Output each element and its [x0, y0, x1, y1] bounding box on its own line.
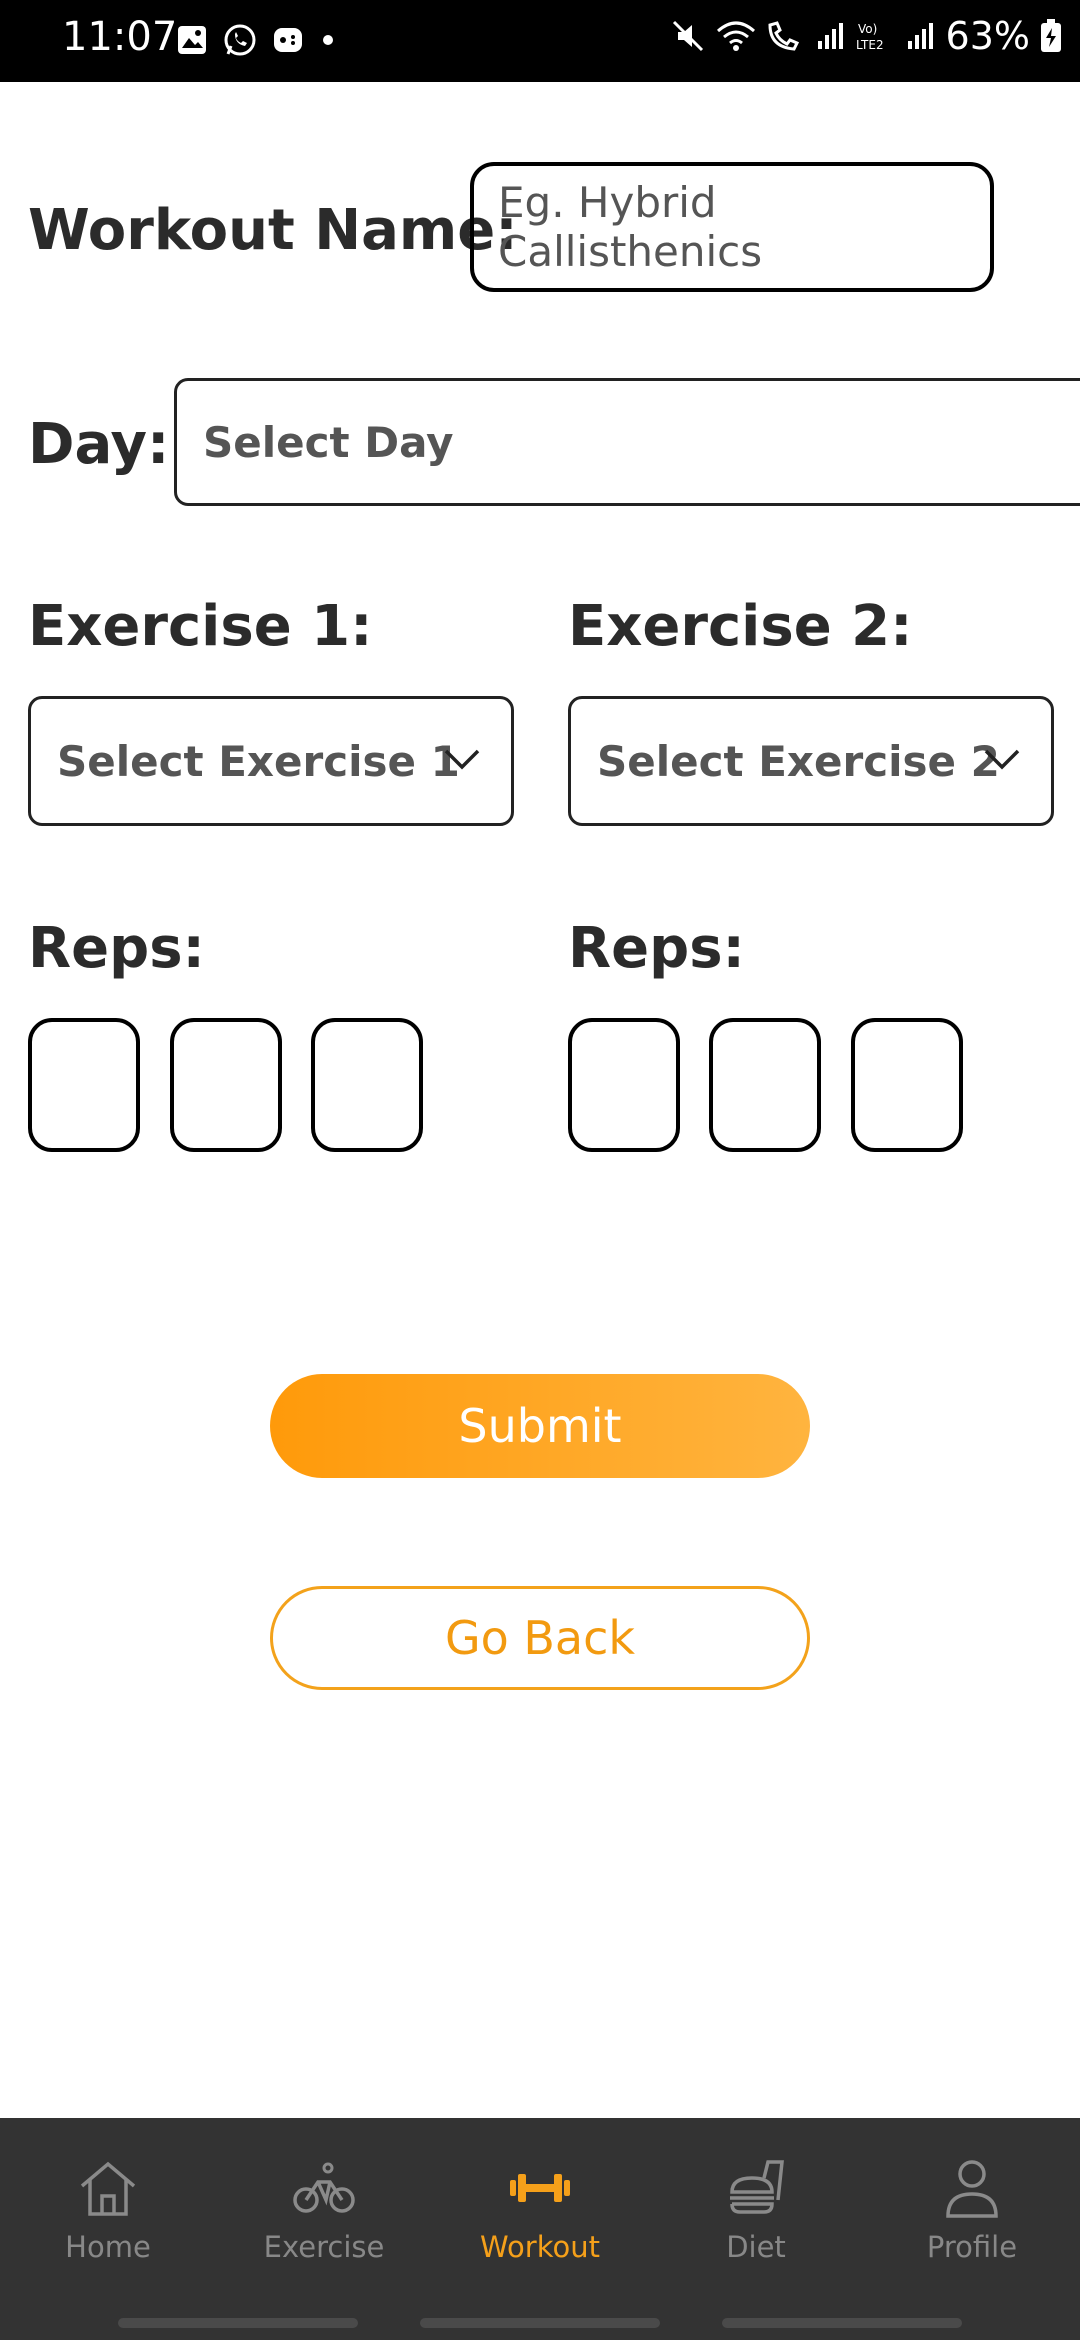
exercise-1-label: Exercise 1:: [28, 594, 373, 659]
nav-label-diet: Diet: [726, 2230, 786, 2264]
home-icon: [80, 2161, 136, 2216]
person-icon: [946, 2160, 998, 2218]
svg-text:Vo): Vo): [858, 22, 877, 36]
svg-text:LTE2: LTE2: [856, 38, 884, 52]
battery-percent: 63%: [945, 14, 1030, 58]
nav-item-diet[interactable]: Diet: [648, 2156, 864, 2264]
mute-icon: [672, 20, 703, 52]
nav-label-exercise: Exercise: [263, 2230, 385, 2264]
gallery-icon: [178, 26, 206, 54]
reps-1-set-3-input[interactable]: [311, 1018, 423, 1152]
day-select[interactable]: Select Day: [174, 378, 1080, 506]
workout-name-input[interactable]: Eg. Hybrid Callisthenics: [470, 162, 994, 292]
nav-item-exercise[interactable]: Exercise: [216, 2156, 432, 2264]
nav-item-home[interactable]: Home: [0, 2156, 216, 2264]
reps-2-label: Reps:: [568, 916, 745, 981]
bottom-navigation: Home Exercise Workout Diet Profile: [0, 2118, 1080, 2340]
reps-2-set-2-input[interactable]: [709, 1018, 821, 1152]
exercise-1-select[interactable]: Select Exercise 1: [28, 696, 514, 826]
volte-icon: Vo) LTE2: [856, 22, 884, 52]
signal-icon: [817, 23, 843, 49]
status-bar: 11:07 Vo) LTE2 63%: [0, 0, 1080, 82]
reps-1-label: Reps:: [28, 916, 205, 981]
nav-label-workout: Workout: [480, 2230, 600, 2264]
nav-label-profile: Profile: [926, 2230, 1018, 2264]
reps-1-set-1-input[interactable]: [28, 1018, 140, 1152]
submit-button[interactable]: Submit: [270, 1374, 810, 1478]
exercise-2-select[interactable]: Select Exercise 2: [568, 696, 1054, 826]
chevron-down-icon: [444, 749, 480, 770]
reps-2-set-1-input[interactable]: [568, 1018, 680, 1152]
wifi-icon: [716, 21, 755, 51]
gesture-bar-left: [118, 2318, 358, 2328]
signal-icon-2: [907, 23, 933, 49]
gesture-bar-right: [722, 2318, 962, 2328]
dumbbell-icon: [510, 2174, 570, 2202]
food-icon: [730, 2160, 784, 2214]
go-back-button[interactable]: Go Back: [270, 1586, 810, 1690]
workout-name-label: Workout Name:: [28, 198, 518, 263]
clock: 11:07: [62, 14, 178, 60]
exercise-2-select-label: Select Exercise 2: [597, 736, 1000, 786]
chevron-down-icon: [984, 749, 1020, 770]
day-label: Day:: [28, 412, 170, 477]
nav-label-home: Home: [65, 2230, 151, 2264]
battery-charging-icon: [1041, 19, 1061, 52]
game-icon: [274, 28, 302, 52]
exercise-2-label: Exercise 2:: [568, 594, 913, 659]
bicycle-icon: [293, 2162, 355, 2213]
reps-1-set-2-input[interactable]: [170, 1018, 282, 1152]
dot-icon: [323, 35, 333, 45]
nav-item-workout[interactable]: Workout: [432, 2156, 648, 2264]
exercise-1-select-label: Select Exercise 1: [57, 736, 460, 786]
reps-2-set-3-input[interactable]: [851, 1018, 963, 1152]
nav-item-profile[interactable]: Profile: [864, 2156, 1080, 2264]
whatsapp-icon: [224, 24, 256, 56]
gesture-bar-center[interactable]: [420, 2318, 660, 2328]
wifi-calling-icon: [768, 21, 799, 51]
